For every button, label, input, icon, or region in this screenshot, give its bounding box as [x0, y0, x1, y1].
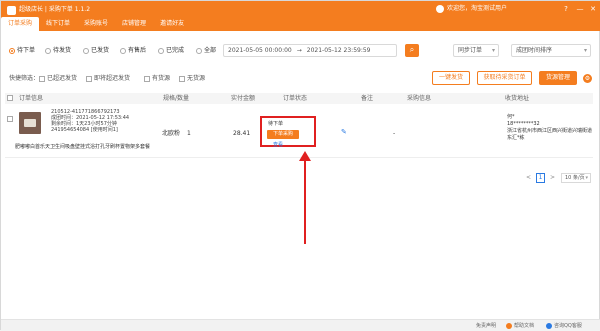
help-icon[interactable]: ?: [561, 4, 571, 14]
page-size-select[interactable]: 10 条/页 ▾: [561, 173, 591, 183]
tab-invite-friends[interactable]: 邀请好友: [153, 17, 191, 31]
source-management-button[interactable]: 货源管理: [539, 71, 577, 85]
status-radio-all[interactable]: 全部: [196, 47, 216, 55]
app-window: 超级店长 | 采购下单 1.1.2 订单采购 线下订单 采购账号 店铺管理 邀请…: [0, 0, 600, 331]
order-status: 待下单: [268, 121, 284, 127]
next-page-button[interactable]: >: [550, 173, 555, 183]
footer-bar: 免责声明 帮助文档 咨询QQ客服: [1, 319, 600, 331]
purchase-info-value: -: [393, 130, 396, 137]
status-radio-completed[interactable]: 已完成: [158, 47, 184, 55]
quick-filter-bar: 快捷筛选： 已超迟发货 即将超迟发货 有货源 无货源 一键发货 获取待采货订单 …: [1, 71, 600, 87]
checkbox-icon: [39, 76, 45, 82]
order-status-highlight: 待下单 下单采购 查看: [260, 116, 316, 148]
quick-filter-no-source[interactable]: 无货源: [179, 75, 205, 83]
user-info[interactable]: 欢迎您，淘宝测试用户: [436, 4, 507, 14]
tab-order-purchase[interactable]: 订单采购: [1, 17, 40, 31]
radio-dot-icon: [83, 48, 89, 54]
help-docs-link[interactable]: 帮助文档: [506, 322, 534, 330]
minimize-icon[interactable]: —: [575, 4, 585, 14]
view-link[interactable]: 查看: [273, 142, 283, 148]
book-icon: [506, 323, 512, 329]
receiver-address: 浙江省杭州市西江区西兴街道兴瑞街道东汇*栋: [507, 128, 593, 141]
close-icon[interactable]: ✕: [588, 4, 598, 14]
checkbox-icon: [86, 76, 92, 82]
date-range-arrow-icon: →: [296, 47, 302, 54]
edit-remark-icon[interactable]: ✎: [341, 128, 347, 136]
col-purchase-info: 采购信息: [407, 95, 432, 102]
qq-service-link[interactable]: 咨询QQ客服: [546, 322, 582, 330]
spec-value: 北欧粉: [162, 130, 181, 137]
tracking-info: 241954654084 [使用时间1]: [51, 127, 118, 133]
date-start: 2021-05-05 00:00:00: [228, 47, 292, 54]
quick-filter-overdue[interactable]: 已超迟发货: [39, 75, 77, 83]
table-row: 210512-411771866792173 成团时间：2021-05-12 1…: [5, 104, 593, 158]
user-name: 欢迎您，淘宝测试用户: [447, 5, 508, 12]
checkbox-icon: [179, 76, 185, 82]
fetch-purchase-orders-button[interactable]: 获取待采货订单: [477, 71, 532, 85]
qty-value: 1: [187, 130, 191, 137]
date-end: 2021-05-12 23:59:59: [306, 47, 371, 54]
chevron-down-icon: ▾: [583, 47, 587, 54]
product-name[interactable]: 肥嘟嘟白首乐天卫生间吸盘壁挂式浴打孔牙刷杯置物架多套餐: [15, 144, 165, 151]
title-bar: 超级店长 | 采购下单 1.1.2 订单采购 线下订单 采购账号 店铺管理 邀请…: [1, 1, 600, 31]
col-shipping-address: 收货地址: [505, 95, 530, 102]
status-radio-shipped[interactable]: 已发货: [83, 47, 109, 55]
receiver-phone: 18********32: [507, 121, 540, 127]
main-tabs: 订单采购 线下订单 采购账号 店铺管理 邀请好友: [1, 17, 191, 31]
annotation-arrow-line: [304, 158, 306, 244]
search-icon: ⌕: [409, 45, 415, 54]
select-all-checkbox[interactable]: [7, 95, 13, 101]
tab-offline-orders[interactable]: 线下订单: [39, 17, 77, 31]
tab-store-management[interactable]: 店铺管理: [115, 17, 153, 31]
quick-filter-nearly-overdue[interactable]: 即将超迟发货: [86, 75, 130, 83]
status-radio-pending[interactable]: 待下单: [9, 47, 35, 55]
pagination: < 1 > 10 条/页 ▾: [1, 173, 600, 183]
search-button[interactable]: ⌕: [405, 44, 419, 57]
radio-dot-icon: [120, 48, 126, 54]
disclaimer-link[interactable]: 免责声明: [476, 322, 496, 330]
table-header: 订单信息 规格/数量 实付金额 订单状态 备注 采购信息 收货地址: [5, 93, 593, 104]
page-number[interactable]: 1: [536, 173, 545, 183]
shipping-address: 何* 18********32 浙江省杭州市西江区西兴街道兴瑞街道东汇*栋: [507, 114, 593, 142]
col-remark: 备注: [361, 95, 374, 102]
chevron-down-icon: ▾: [585, 175, 588, 181]
status-filter-bar: 待下单 待发货 已发货 有售后 已完成 全部 2021-05-05 00:00:…: [1, 43, 600, 59]
sync-order-select[interactable]: 同步订单 ▾: [453, 44, 499, 57]
app-logo-icon: [7, 6, 16, 15]
place-order-button[interactable]: 下单采购: [267, 130, 299, 139]
col-spec-qty: 规格/数量: [163, 95, 190, 102]
tab-purchase-accounts[interactable]: 采购账号: [77, 17, 115, 31]
receiver-name: 何*: [507, 114, 515, 120]
col-order-status: 订单状态: [283, 95, 308, 102]
order-info: 210512-411771866792173 成团时间：2021-05-12 1…: [51, 109, 129, 133]
status-radio-to-ship[interactable]: 待发货: [45, 47, 71, 55]
quick-filter-label: 快捷筛选：: [9, 75, 40, 82]
amount-value: 28.41: [233, 130, 251, 137]
checkbox-icon: [144, 76, 150, 82]
col-amount: 实付金额: [231, 95, 256, 102]
col-order-info: 订单信息: [19, 95, 44, 102]
settings-icon[interactable]: ⚙: [583, 74, 592, 83]
product-thumbnail: [19, 112, 41, 134]
radio-dot-icon: [9, 48, 15, 54]
date-range-picker[interactable]: 2021-05-05 00:00:00 → 2021-05-12 23:59:59: [223, 44, 397, 57]
one-click-ship-button[interactable]: 一键发货: [432, 71, 470, 85]
radio-dot-icon: [196, 48, 202, 54]
user-avatar-icon: [436, 5, 444, 13]
radio-dot-icon: [45, 48, 51, 54]
app-title: 超级店长 | 采购下单 1.1.2: [19, 6, 91, 13]
status-radio-after-sales[interactable]: 有售后: [120, 47, 146, 55]
sort-select[interactable]: 成团时间排序 ▾: [511, 44, 591, 57]
qq-icon: [546, 323, 552, 329]
prev-page-button[interactable]: <: [526, 173, 531, 183]
row-checkbox[interactable]: [7, 116, 13, 122]
radio-dot-icon: [158, 48, 164, 54]
chevron-down-icon: ▾: [491, 47, 495, 54]
quick-filter-has-source[interactable]: 有货源: [144, 75, 170, 83]
